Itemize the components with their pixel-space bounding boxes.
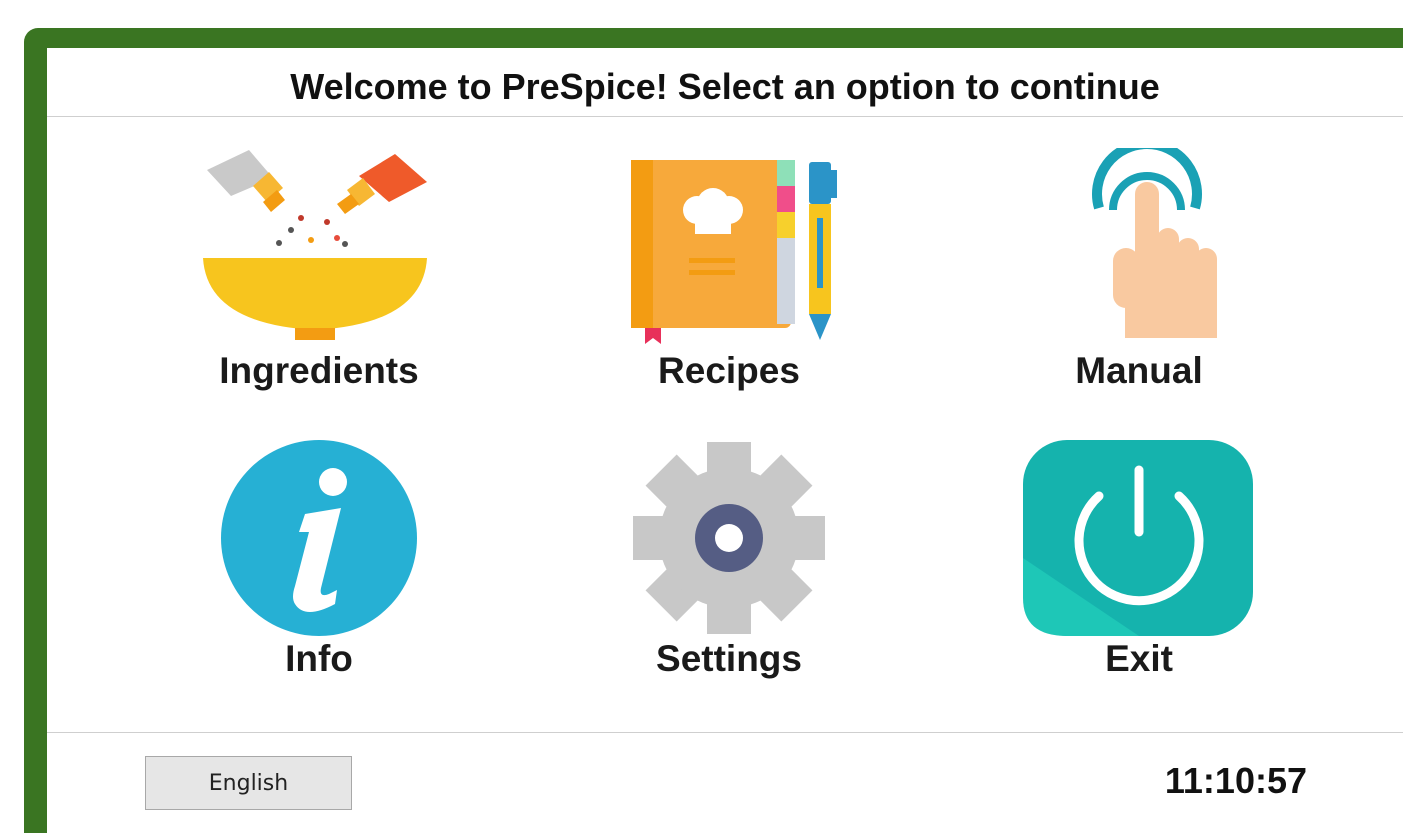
clock: 11:10:57: [1164, 760, 1307, 801]
gear-icon: [633, 442, 825, 634]
power-icon: [1023, 440, 1253, 636]
recipes-button[interactable]: Recipes: [579, 148, 879, 418]
language-button[interactable]: English: [145, 756, 352, 810]
recipe-book-icon: [631, 160, 837, 344]
ingredients-button[interactable]: Ingredients: [169, 148, 469, 418]
touch-hand-icon: [1092, 148, 1217, 338]
header-divider: [47, 116, 1403, 117]
main-panel: Welcome to PreSpice! Select an option to…: [47, 48, 1403, 833]
info-label: Info: [285, 638, 353, 679]
ingredients-label: Ingredients: [219, 350, 419, 391]
exit-button[interactable]: Exit: [989, 438, 1289, 708]
info-icon: [221, 440, 417, 636]
settings-label: Settings: [656, 638, 802, 679]
manual-button[interactable]: Manual: [989, 148, 1289, 418]
ingredients-bowl-icon: [203, 150, 427, 340]
manual-label: Manual: [1075, 350, 1203, 391]
page-title: Welcome to PreSpice! Select an option to…: [290, 66, 1160, 107]
footer-divider: [47, 732, 1403, 733]
recipes-label: Recipes: [658, 350, 800, 391]
exit-label: Exit: [1105, 638, 1173, 679]
info-button[interactable]: Info: [169, 438, 469, 708]
settings-button[interactable]: Settings: [579, 438, 879, 708]
